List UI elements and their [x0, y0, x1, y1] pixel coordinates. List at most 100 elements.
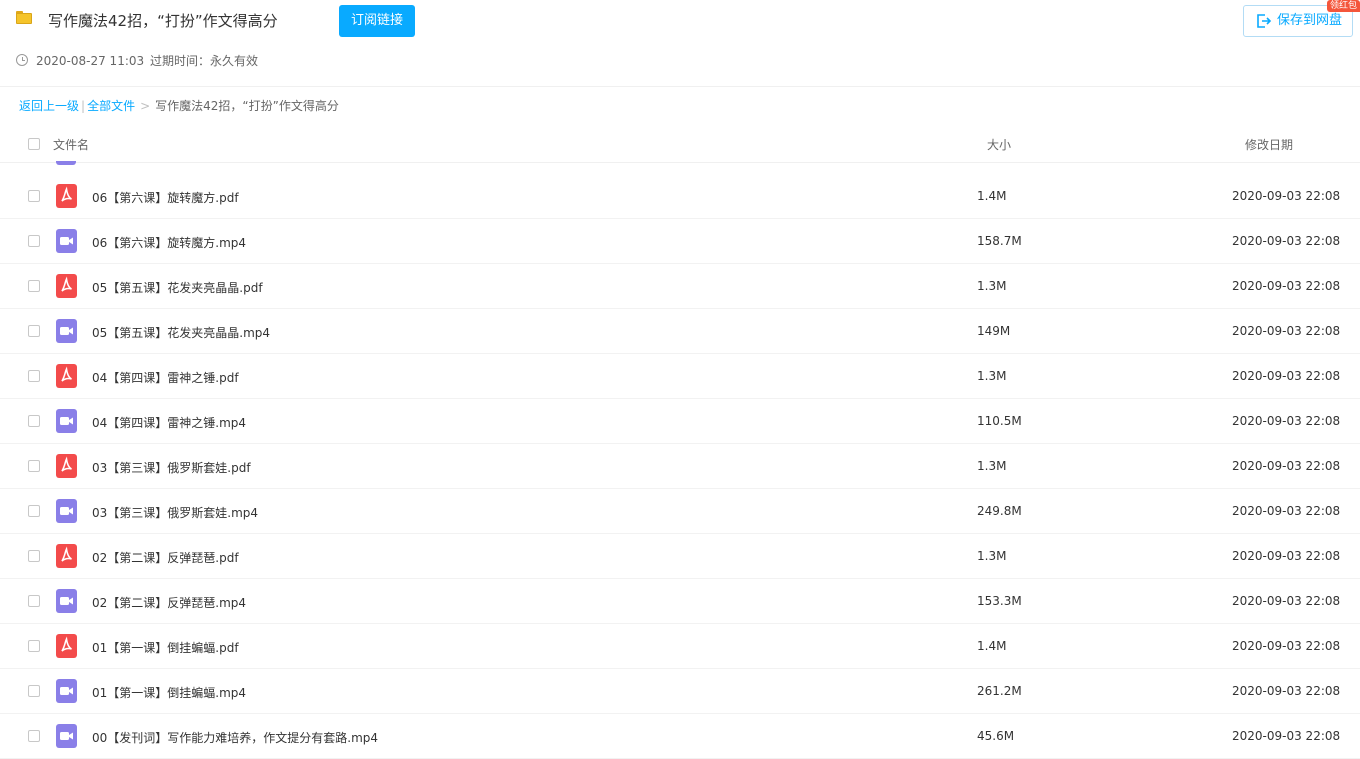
file-name[interactable]: 01【第一课】倒挂蝙蝠.pdf	[92, 639, 239, 656]
pdf-icon	[56, 274, 77, 298]
video-icon	[56, 409, 77, 433]
breadcrumb-back-link[interactable]: 返回上一级	[19, 99, 79, 113]
file-date: 2020-09-03 22:08	[1232, 279, 1341, 293]
row-checkbox[interactable]	[28, 415, 40, 427]
file-row[interactable]: 06【第六课】旋转魔方.pdf 1.4M 2020-09-03 22:08	[0, 174, 1360, 219]
file-date: 2020-09-03 22:08	[1232, 639, 1341, 653]
row-checkbox[interactable]	[28, 190, 40, 202]
video-icon	[56, 679, 77, 703]
file-name[interactable]: 04【第四课】雷神之锤.mp4	[92, 414, 246, 431]
column-header-date[interactable]: 修改日期	[1245, 136, 1293, 153]
row-checkbox[interactable]	[28, 460, 40, 472]
row-checkbox[interactable]	[28, 640, 40, 652]
file-row[interactable]: 06【第六课】旋转魔方.mp4 158.7M 2020-09-03 22:08	[0, 219, 1360, 264]
file-date: 2020-09-03 22:08	[1232, 369, 1341, 383]
row-checkbox[interactable]	[28, 685, 40, 697]
video-icon	[56, 724, 77, 748]
file-size: 261.2M	[977, 684, 1022, 698]
column-header-size[interactable]: 大小	[987, 136, 1011, 153]
file-size: 149M	[977, 324, 1011, 338]
file-row[interactable]: 02【第二课】反弹琵琶.pdf 1.3M 2020-09-03 22:08	[0, 534, 1360, 579]
video-icon	[56, 229, 77, 253]
expire-label: 过期时间：	[150, 54, 211, 68]
row-checkbox[interactable]	[28, 505, 40, 517]
file-row[interactable]: 05【第五课】花发夹亮晶晶.mp4 149M 2020-09-03 22:08	[0, 309, 1360, 354]
file-size: 1.4M	[977, 189, 1007, 203]
row-checkbox[interactable]	[28, 550, 40, 562]
folder-icon	[16, 11, 32, 24]
file-name[interactable]: 03【第三课】俄罗斯套娃.mp4	[92, 504, 258, 521]
column-header-name[interactable]: 文件名	[53, 136, 89, 153]
file-size: 1.3M	[977, 369, 1007, 383]
file-size: 1.3M	[977, 549, 1007, 563]
file-size: 1.4M	[977, 639, 1007, 653]
video-icon	[56, 589, 77, 613]
file-name[interactable]: 06【第六课】旋转魔方.mp4	[92, 234, 246, 251]
file-row[interactable]: 04【第四课】雷神之锤.mp4 110.5M 2020-09-03 22:08	[0, 399, 1360, 444]
breadcrumb-separator: |	[81, 99, 86, 113]
breadcrumb-chevron: >	[140, 99, 151, 113]
file-name[interactable]: 06【第六课】旋转魔方.pdf	[92, 189, 239, 206]
file-size: 249.8M	[977, 504, 1022, 518]
file-size: 153.3M	[977, 594, 1022, 608]
file-row[interactable]: 02【第二课】反弹琵琶.mp4 153.3M 2020-09-03 22:08	[0, 579, 1360, 624]
file-row[interactable]: 03【第三课】俄罗斯套娃.pdf 1.3M 2020-09-03 22:08	[0, 444, 1360, 489]
file-date: 2020-09-03 22:08	[1232, 324, 1341, 338]
file-row[interactable]: 01【第一课】倒挂蝙蝠.mp4 261.2M 2020-09-03 22:08	[0, 669, 1360, 714]
file-row[interactable]: 04【第四课】雷神之锤.pdf 1.3M 2020-09-03 22:08	[0, 354, 1360, 399]
file-row[interactable]: 01【第一课】倒挂蝙蝠.pdf 1.4M 2020-09-03 22:08	[0, 624, 1360, 669]
file-name[interactable]: 05【第五课】花发夹亮晶晶.pdf	[92, 279, 263, 296]
file-name[interactable]: 04【第四课】雷神之锤.pdf	[92, 369, 239, 386]
share-time: 2020-08-27 11:03	[36, 54, 145, 68]
video-icon	[56, 499, 77, 523]
row-checkbox[interactable]	[28, 280, 40, 292]
header-divider	[0, 86, 1360, 87]
file-row[interactable]: 00【发刊词】写作能力难培养，作文提分有套路.mp4 45.6M 2020-09…	[0, 714, 1360, 759]
file-name[interactable]: 01【第一课】倒挂蝙蝠.mp4	[92, 684, 246, 701]
row-checkbox[interactable]	[28, 370, 40, 382]
file-name[interactable]: 00【发刊词】写作能力难培养，作文提分有套路.mp4	[92, 729, 378, 746]
subscribe-button[interactable]: 订阅链接	[339, 5, 415, 37]
file-list-header: 文件名 大小 修改日期	[0, 125, 1360, 163]
pdf-icon	[56, 364, 77, 388]
file-date: 2020-09-03 22:08	[1232, 234, 1341, 248]
file-date: 2020-09-03 22:08	[1232, 684, 1341, 698]
share-header: 写作魔法42招，“打扮”作文得高分 订阅链接 保存到网盘 领红包 2020-08…	[0, 0, 1360, 86]
row-checkbox[interactable]	[28, 235, 40, 247]
expire-value: 永久有效	[210, 54, 259, 68]
video-icon	[56, 161, 76, 165]
row-checkbox[interactable]	[28, 325, 40, 337]
file-date: 2020-09-03 22:08	[1232, 729, 1341, 743]
file-row[interactable]: 03【第三课】俄罗斯套娃.mp4 249.8M 2020-09-03 22:08	[0, 489, 1360, 534]
pdf-icon	[56, 184, 77, 208]
red-packet-badge[interactable]: 领红包	[1327, 0, 1360, 12]
file-size: 158.7M	[977, 234, 1022, 248]
share-title: 写作魔法42招，“打扮”作文得高分	[48, 12, 278, 30]
file-date: 2020-09-03 22:08	[1232, 189, 1341, 203]
breadcrumb-current: 写作魔法42招，“打扮”作文得高分	[155, 99, 339, 113]
file-name[interactable]: 02【第二课】反弹琵琶.pdf	[92, 549, 239, 566]
row-checkbox[interactable]	[28, 595, 40, 607]
video-icon	[56, 319, 77, 343]
row-checkbox[interactable]	[28, 730, 40, 742]
file-date: 2020-09-03 22:08	[1232, 504, 1341, 518]
file-name[interactable]: 05【第五课】花发夹亮晶晶.mp4	[92, 324, 270, 341]
select-all-checkbox[interactable]	[28, 138, 40, 150]
file-size: 1.3M	[977, 459, 1007, 473]
file-size: 1.3M	[977, 279, 1007, 293]
file-date: 2020-09-03 22:08	[1232, 594, 1341, 608]
file-name[interactable]: 02【第二课】反弹琵琶.mp4	[92, 594, 246, 611]
breadcrumb: 返回上一级 | 全部文件 > 写作魔法42招，“打扮”作文得高分	[19, 97, 339, 115]
pdf-icon	[56, 454, 77, 478]
file-date: 2020-09-03 22:08	[1232, 459, 1341, 473]
breadcrumb-all-files-link[interactable]: 全部文件	[87, 99, 135, 113]
save-export-icon	[1257, 14, 1272, 28]
pdf-icon	[56, 634, 77, 658]
file-name[interactable]: 03【第三课】俄罗斯套娃.pdf	[92, 459, 251, 476]
file-date: 2020-09-03 22:08	[1232, 414, 1341, 428]
file-date: 2020-09-03 22:08	[1232, 549, 1341, 563]
clock-icon	[16, 54, 28, 66]
pdf-icon	[56, 544, 77, 568]
file-row[interactable]: 05【第五课】花发夹亮晶晶.pdf 1.3M 2020-09-03 22:08	[0, 264, 1360, 309]
file-size: 110.5M	[977, 414, 1022, 428]
